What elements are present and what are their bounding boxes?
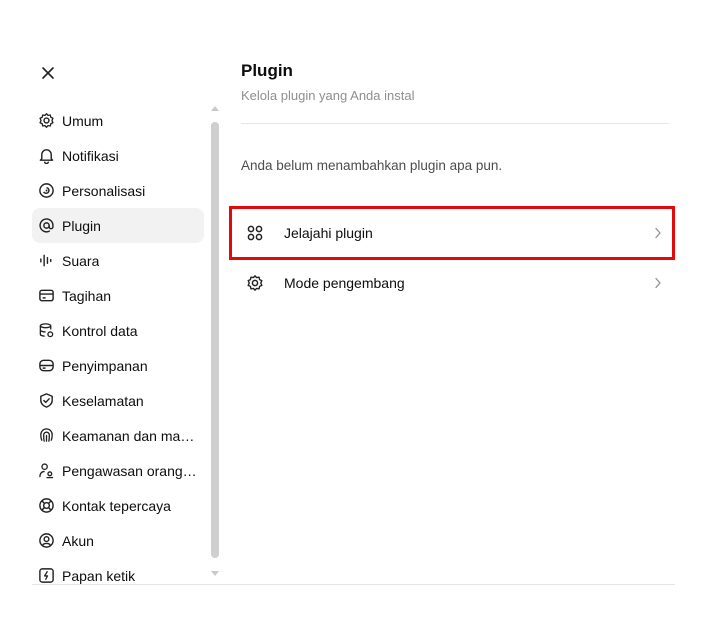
sidebar-item-personalisasi[interactable]: Personalisasi — [32, 173, 204, 208]
page-subtitle: Kelola plugin yang Anda instal — [241, 88, 415, 103]
fingerprint-icon — [38, 427, 55, 444]
close-button[interactable] — [38, 63, 58, 83]
divider — [241, 123, 669, 124]
explore-plugins-row[interactable]: Jelajahi plugin — [229, 206, 675, 260]
account-icon — [38, 532, 55, 549]
sidebar-item-label: Pengawasan orang ... — [62, 462, 198, 479]
plugin-panel: Plugin Kelola plugin yang Anda instal An… — [241, 60, 669, 174]
sidebar-scrollbar[interactable] — [209, 104, 221, 578]
empty-state-text: Anda belum menambahkan plugin apa pun. — [241, 158, 503, 173]
sidebar-item-label: Tagihan — [62, 287, 112, 304]
sidebar-item-label: Keamanan dan mas... — [62, 427, 198, 444]
chevron-right-icon — [653, 277, 663, 289]
grid-icon — [246, 224, 264, 242]
bottom-divider — [32, 584, 675, 585]
sidebar-item-notifikasi[interactable]: Notifikasi — [32, 138, 204, 173]
at-icon — [38, 217, 55, 234]
sidebar-item-papan-ketik[interactable]: Papan ketik — [32, 558, 204, 585]
keyboard-icon — [38, 567, 55, 584]
sidebar-item-akun[interactable]: Akun — [32, 523, 204, 558]
sidebar-item-pengawasan[interactable]: Pengawasan orang ... — [32, 453, 204, 488]
waveform-icon — [38, 252, 55, 269]
parental-icon — [38, 462, 55, 479]
sidebar-item-penyimpanan[interactable]: Penyimpanan — [32, 348, 204, 383]
chevron-right-icon — [653, 227, 663, 239]
storage-icon — [38, 357, 55, 374]
scrollbar-thumb[interactable] — [211, 122, 219, 558]
page-title: Plugin — [241, 61, 293, 80]
scroll-down-arrow-icon[interactable] — [211, 571, 219, 576]
sidebar-item-plugin[interactable]: Plugin — [32, 208, 204, 243]
row-label: Jelajahi plugin — [284, 225, 373, 241]
lifebuoy-icon — [38, 497, 55, 514]
sidebar-item-label: Personalisasi — [62, 182, 146, 199]
sidebar-item-label: Keselamatan — [62, 392, 144, 409]
personalize-icon — [38, 182, 55, 199]
developer-mode-row[interactable]: Mode pengembang — [229, 256, 675, 310]
sidebar-item-umum[interactable]: Umum — [32, 103, 204, 138]
sidebar-item-label: Suara — [62, 252, 100, 269]
bell-icon — [38, 147, 55, 164]
scroll-up-arrow-icon[interactable] — [211, 106, 219, 111]
sidebar-item-suara[interactable]: Suara — [32, 243, 204, 278]
sidebar-item-label: Papan ketik — [62, 567, 136, 584]
sidebar-item-kontrol-data[interactable]: Kontrol data — [32, 313, 204, 348]
sidebar-item-tagihan[interactable]: Tagihan — [32, 278, 204, 313]
sidebar-item-keamanan[interactable]: Keamanan dan mas... — [32, 418, 204, 453]
sidebar-item-label: Plugin — [62, 217, 101, 234]
sidebar-item-label: Kontrol data — [62, 322, 138, 339]
gear-icon — [38, 112, 55, 129]
gear-icon — [246, 274, 264, 292]
row-label: Mode pengembang — [284, 275, 405, 291]
sidebar-item-label: Umum — [62, 112, 104, 129]
sidebar-item-keselamatan[interactable]: Keselamatan — [32, 383, 204, 418]
credit-card-icon — [38, 287, 55, 304]
sidebar-item-label: Penyimpanan — [62, 357, 148, 374]
shield-check-icon — [38, 392, 55, 409]
sidebar-item-label: Notifikasi — [62, 147, 119, 164]
sidebar-item-label: Kontak tepercaya — [62, 497, 171, 514]
sidebar-item-kontak-tepercaya[interactable]: Kontak tepercaya — [32, 488, 204, 523]
database-gear-icon — [38, 322, 55, 339]
close-icon — [42, 67, 54, 79]
settings-sidebar: Umum Notifikasi Personalisasi Plugin Sua… — [32, 103, 204, 585]
sidebar-item-label: Akun — [62, 532, 94, 549]
